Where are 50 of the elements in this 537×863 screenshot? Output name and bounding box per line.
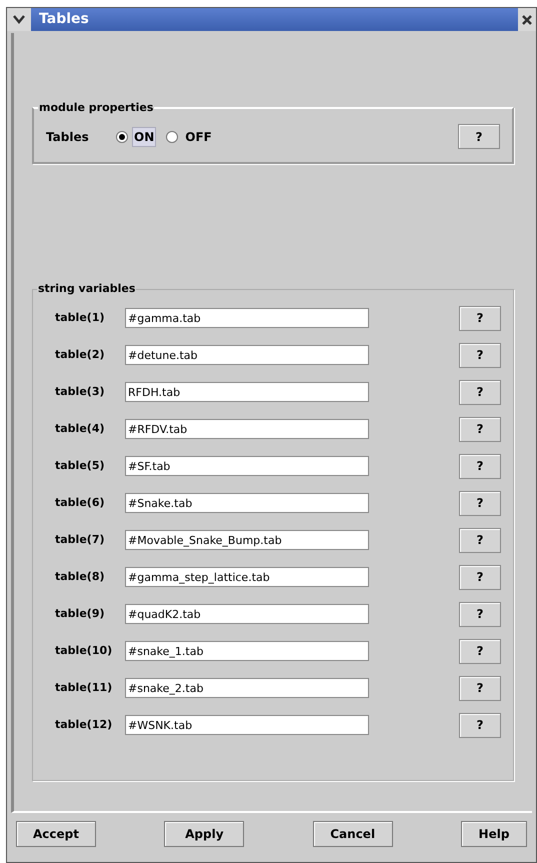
dialog-button[interactable]: Cancel [312, 821, 393, 847]
help-button[interactable]: ? [459, 380, 501, 404]
help-button[interactable]: ? [459, 564, 501, 590]
help-button[interactable]: ? [459, 676, 501, 700]
input-field[interactable]: #gamma.tab [125, 308, 369, 328]
field-label: table(2) [54, 346, 106, 363]
input-field[interactable]: #gamma_step_lattice.tab [125, 567, 369, 587]
input-field[interactable]: #quadK2.tab [125, 604, 369, 624]
field-label: table(1) [54, 310, 106, 326]
help-button[interactable]: ? [459, 342, 501, 368]
dialog-button[interactable]: Help [460, 821, 527, 847]
radio-option[interactable]: OFF [166, 126, 215, 146]
input-field[interactable]: #snake_1.tab [125, 641, 369, 661]
dialog-button[interactable]: Apply [164, 821, 244, 847]
radio-button[interactable] [166, 130, 178, 142]
field-label: table(9) [54, 606, 106, 622]
group-title: module properties [38, 100, 154, 116]
help-button[interactable]: ? [459, 528, 501, 552]
input-field[interactable]: #Movable_Snake_Bump.tab [125, 530, 369, 550]
input-field[interactable]: #Snake.tab [125, 493, 369, 513]
field-label: Tables [46, 128, 90, 146]
dialog-button[interactable]: Accept [16, 821, 96, 847]
field-label: table(5) [54, 458, 106, 474]
group-title: string variables [37, 281, 136, 297]
field-label: table(10) [54, 642, 114, 659]
help-button[interactable]: ? [459, 490, 501, 516]
input-field[interactable]: RFDH.tab [125, 382, 369, 402]
help-button[interactable]: ? [459, 416, 501, 442]
field-label: table(12) [54, 716, 114, 733]
input-field[interactable]: #WSNK.tab [125, 715, 369, 735]
field-label: table(7) [54, 532, 106, 548]
help-button[interactable]: ? [459, 306, 501, 330]
input-field[interactable]: #RFDV.tab [125, 419, 369, 439]
field-label: table(11) [54, 680, 114, 696]
help-button[interactable]: ? [459, 454, 501, 478]
input-field[interactable]: #detune.tab [125, 345, 369, 365]
field-label: table(3) [54, 384, 106, 400]
input-field[interactable]: #SF.tab [125, 456, 369, 476]
field-label: table(6) [54, 494, 106, 511]
field-label: table(8) [54, 568, 106, 585]
help-button[interactable]: ? [459, 712, 501, 738]
radio-button[interactable] [116, 130, 128, 142]
close-icon[interactable] [518, 8, 536, 31]
menu-chevron-icon[interactable] [7, 8, 31, 31]
help-button[interactable]: ? [459, 602, 501, 626]
window-title: Tables [39, 10, 89, 29]
help-button[interactable]: ? [459, 638, 501, 664]
help-button[interactable]: ? [458, 124, 500, 149]
field-label: table(4) [54, 420, 106, 437]
input-field[interactable]: #snake_2.tab [125, 678, 369, 698]
